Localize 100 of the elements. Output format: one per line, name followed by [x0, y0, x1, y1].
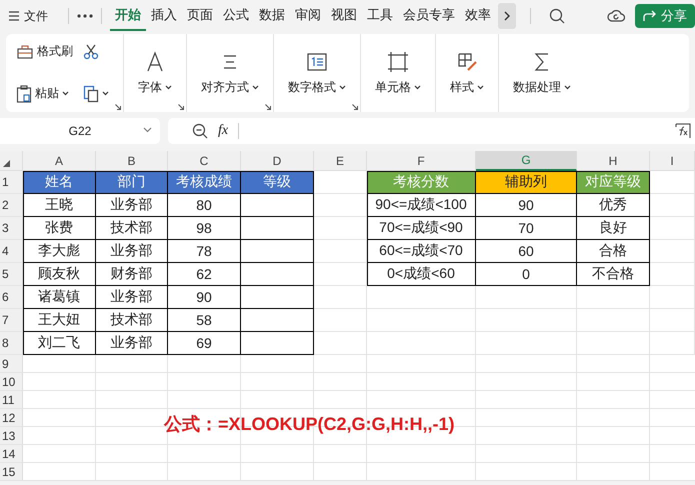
- table-cell: 王大妞: [23, 309, 96, 332]
- ribbon-tab[interactable]: 页面: [182, 1, 218, 31]
- header-cell: 等级: [241, 171, 314, 194]
- ribbon-tab[interactable]: 会员专享: [398, 1, 460, 31]
- ribbon-tab[interactable]: 审阅: [290, 1, 326, 31]
- table-cell: 不合格: [577, 263, 650, 286]
- row-header[interactable]: 14: [0, 445, 23, 463]
- table-cell: 财务部: [96, 263, 168, 286]
- ribbon-group-button[interactable]: 单元格: [375, 78, 421, 96]
- search-icon[interactable]: [549, 8, 565, 24]
- caret-icon: [102, 91, 109, 96]
- row-header[interactable]: 10: [0, 373, 23, 391]
- column-header[interactable]: I: [650, 151, 695, 171]
- ribbon-group-button[interactable]: 样式: [450, 78, 484, 96]
- caret-icon: [477, 84, 484, 90]
- ribbon-group-button[interactable]: 数据处理: [513, 78, 571, 96]
- select-all-icon[interactable]: [3, 160, 10, 167]
- dialog-launcher-icon[interactable]: [115, 104, 121, 110]
- column-header[interactable]: G: [476, 151, 577, 171]
- row-header[interactable]: 4: [0, 240, 23, 263]
- row-header[interactable]: 5: [0, 263, 23, 286]
- column-header[interactable]: D: [241, 151, 314, 171]
- column-header[interactable]: B: [96, 151, 168, 171]
- row-header[interactable]: 8: [0, 332, 23, 355]
- ribbon-group-button[interactable]: 字体: [138, 78, 172, 96]
- caret-icon: [252, 84, 259, 90]
- table-cell: 70<=成绩<90: [367, 217, 476, 240]
- share-button[interactable]: 分享: [635, 4, 695, 28]
- clipboard-icon: [16, 84, 32, 103]
- ribbon-group-button[interactable]: 数字格式: [288, 78, 346, 96]
- table-cell: [314, 286, 367, 309]
- row-header[interactable]: 13: [0, 427, 23, 445]
- table-cell: 诸葛镇: [23, 286, 96, 309]
- cell-border-icon[interactable]: [387, 50, 409, 72]
- table-cell: 技术部: [96, 217, 168, 240]
- ribbon-tab[interactable]: 开始: [110, 1, 146, 31]
- header-cell: 部门: [96, 171, 168, 194]
- table-cell: 70: [476, 217, 577, 240]
- row-header[interactable]: 2: [0, 194, 23, 217]
- table-cell: 80: [168, 194, 241, 217]
- table-brush-icon[interactable]: [456, 50, 478, 72]
- table-cell: 60: [476, 240, 577, 263]
- file-menu[interactable]: 文件: [24, 8, 48, 24]
- name-box[interactable]: G22: [0, 118, 160, 144]
- ribbon-tab[interactable]: 插入: [146, 1, 182, 31]
- row-header[interactable]: 3: [0, 217, 23, 240]
- function-label[interactable]: fx: [218, 123, 228, 139]
- table-cell: 90: [168, 286, 241, 309]
- format-painter-icon: [16, 44, 34, 60]
- table-cell: 58: [168, 309, 241, 332]
- caret-icon: [564, 84, 571, 90]
- header-cell: 考核分数: [367, 171, 476, 194]
- caret-icon: [414, 84, 421, 90]
- table-cell: [650, 240, 695, 263]
- ribbon-tab[interactable]: 数据: [254, 1, 290, 31]
- row-header[interactable]: 9: [0, 355, 23, 373]
- table-cell: 90: [476, 194, 577, 217]
- row-header[interactable]: 15: [0, 463, 23, 481]
- zoom-out-icon[interactable]: [192, 123, 208, 139]
- row-header[interactable]: 12: [0, 409, 23, 427]
- column-header[interactable]: F: [367, 151, 476, 171]
- row-header[interactable]: 11: [0, 391, 23, 409]
- paste-button[interactable]: 粘贴: [16, 84, 73, 103]
- row-header[interactable]: 6: [0, 286, 23, 309]
- column-header[interactable]: A: [23, 151, 96, 171]
- table-cell: 78: [168, 240, 241, 263]
- table-cell: 合格: [577, 240, 650, 263]
- dialog-launcher-icon[interactable]: [265, 104, 271, 110]
- ribbon-tab[interactable]: 工具: [362, 1, 398, 31]
- table-cell: 良好: [577, 217, 650, 240]
- table-cell: 业务部: [96, 194, 168, 217]
- header-cell: 辅助列: [476, 171, 577, 194]
- number-format-icon[interactable]: [306, 50, 328, 72]
- scissors-icon[interactable]: [83, 44, 99, 60]
- scroll-tabs-button[interactable]: [498, 3, 516, 29]
- copy-icon[interactable]: [83, 84, 99, 103]
- function-box-icon[interactable]: [675, 123, 691, 139]
- menu-icon[interactable]: [8, 10, 20, 22]
- caret-icon: [165, 84, 172, 90]
- ribbon-tab[interactable]: 视图: [326, 1, 362, 31]
- table-cell: [314, 217, 367, 240]
- format-painter-button[interactable]: 格式刷: [16, 43, 73, 60]
- formula-input-field[interactable]: fx: [168, 118, 695, 144]
- table-cell: 技术部: [96, 309, 168, 332]
- ribbon-tab[interactable]: 公式: [218, 1, 254, 31]
- dialog-launcher-icon[interactable]: [178, 104, 184, 110]
- column-header[interactable]: C: [168, 151, 241, 171]
- column-header[interactable]: H: [577, 151, 650, 171]
- row-header[interactable]: 7: [0, 309, 23, 332]
- cloud-sync-icon[interactable]: [607, 8, 625, 24]
- table-cell: [650, 263, 695, 286]
- more-icon[interactable]: [77, 14, 93, 18]
- table-cell: [314, 194, 367, 217]
- column-header[interactable]: E: [314, 151, 367, 171]
- ribbon-tab[interactable]: 效率: [460, 1, 496, 31]
- row-header[interactable]: 1: [0, 171, 23, 194]
- table-cell: 62: [168, 263, 241, 286]
- caret-icon: [62, 91, 69, 96]
- ribbon-group-button[interactable]: 对齐方式: [201, 78, 259, 96]
- dialog-launcher-icon[interactable]: [352, 104, 358, 110]
